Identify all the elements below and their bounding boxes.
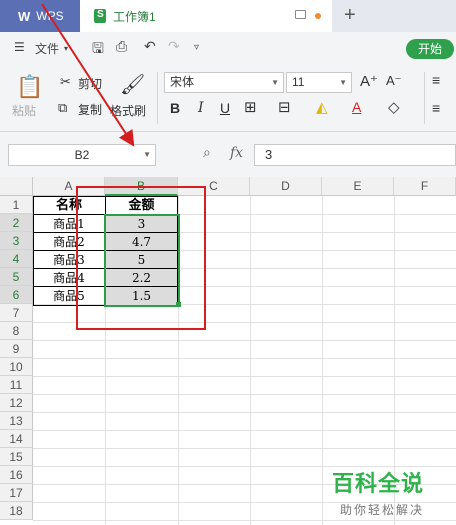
annotation-arrow (41, 3, 135, 147)
watermark-subtitle: 助你轻松解决 (340, 503, 425, 517)
watermark-title: 百科全说 (332, 472, 425, 497)
watermark: 百科全说 助你轻松解决 (332, 466, 424, 518)
